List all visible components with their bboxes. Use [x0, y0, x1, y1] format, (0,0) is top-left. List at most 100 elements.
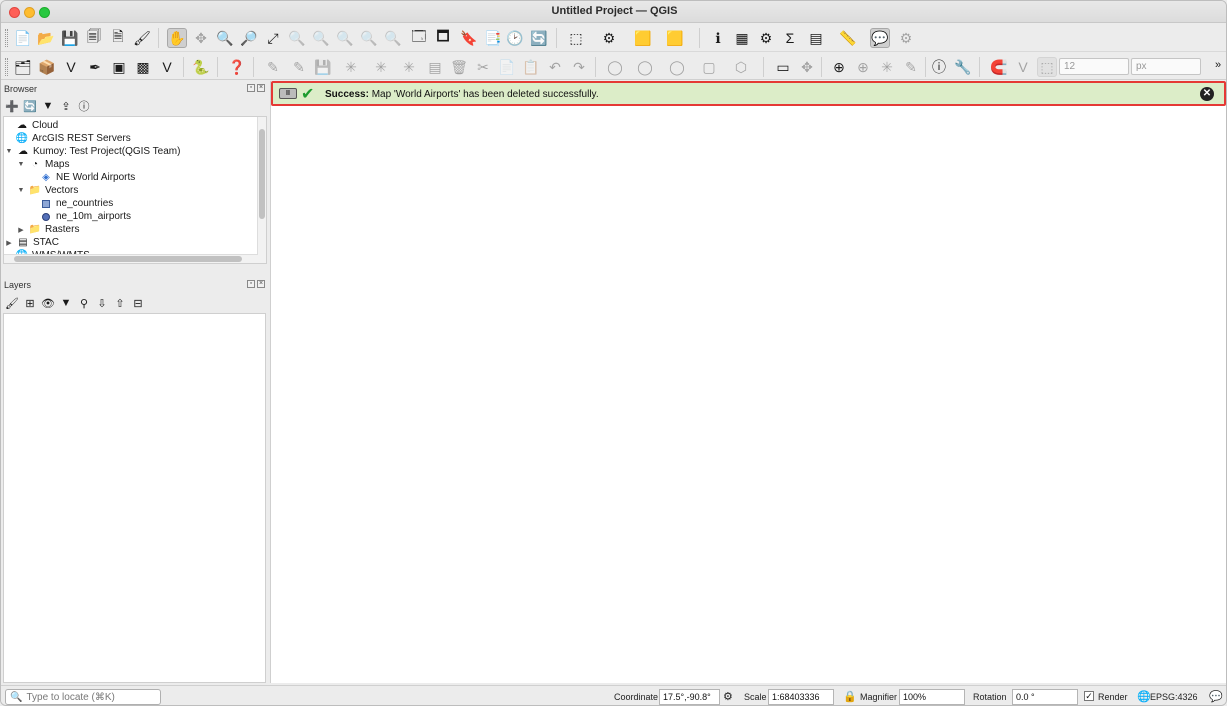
add-group-icon[interactable]: ⊞ [23, 296, 37, 310]
circle-tool-icon[interactable]: ◯ [635, 57, 655, 77]
list-item[interactable]: ▼ ◔ Maps [17, 158, 70, 171]
identify-features-icon[interactable]: ℹ [708, 28, 728, 48]
list-item[interactable]: ne_countries [40, 197, 113, 210]
annotation-icon[interactable]: ⚙ [896, 28, 916, 48]
zoom-last-icon[interactable]: 🔍 [359, 28, 379, 48]
statistical-summary-icon[interactable]: Σ [780, 28, 800, 48]
filter-browser-icon[interactable]: ▼ [41, 99, 55, 113]
filter-by-expression-icon[interactable]: ⚲ [77, 296, 91, 310]
refresh-browser-icon[interactable]: 🔄 [23, 99, 37, 113]
zoom-in-icon[interactable]: 🔍 [215, 28, 235, 48]
crs-globe-icon[interactable]: 🌐 [1137, 690, 1151, 703]
symbology-unit-select[interactable]: px [1131, 58, 1201, 75]
expand-arrow-icon[interactable]: ▼ [5, 148, 13, 155]
horizontal-scrollbar[interactable] [4, 254, 258, 263]
select-features-icon[interactable]: ⬚ [566, 28, 586, 48]
digitize-icon[interactable]: ✎ [289, 57, 309, 77]
digitize-shape-icon[interactable]: ◯ [605, 57, 625, 77]
toggle-extents-icon[interactable]: ⚙ [723, 690, 733, 703]
settings-wrench-icon[interactable]: 🔧 [953, 57, 973, 77]
select-by-value-icon[interactable]: ⚙ [599, 28, 619, 48]
symbology-size-input[interactable]: 12 [1059, 58, 1129, 75]
symbology-icon[interactable]: ⬚ [1037, 57, 1057, 77]
close-message-icon[interactable]: ✕ [1200, 87, 1214, 101]
pause-timer-button[interactable]: II [279, 88, 297, 99]
collapse-arrow-icon[interactable]: ▶ [17, 226, 25, 234]
shape-digitize-icon[interactable]: ✎ [901, 57, 921, 77]
rectangle-tool-icon[interactable]: ▢ [699, 57, 719, 77]
add-vector-layer-icon[interactable]: V [61, 57, 81, 77]
new-map-view-icon[interactable]: 🗔 [409, 28, 429, 48]
zoom-out-icon[interactable]: 🔎 [239, 28, 259, 48]
save-project-icon[interactable]: 💾 [60, 28, 80, 48]
georeferencer-icon[interactable]: ⊕ [829, 57, 849, 77]
pan-to-selection-icon[interactable]: ✥ [191, 28, 211, 48]
messages-icon[interactable]: 💬 [1209, 690, 1223, 703]
snapping-magnet-icon[interactable]: 🧲 [989, 57, 1009, 77]
info-icon[interactable]: ⓘ [929, 57, 949, 77]
lock-scale-icon[interactable]: 🔒 [843, 690, 857, 703]
scrollbar-thumb[interactable] [14, 256, 242, 262]
zoom-to-selection-icon[interactable]: 🔍 [287, 28, 307, 48]
snapping-points-icon[interactable]: ✳ [877, 57, 897, 77]
attribute-table-icon[interactable]: ▤ [806, 28, 826, 48]
float-panel-icon[interactable]: ▫ [247, 280, 255, 288]
add-delimited-text-icon[interactable]: ✒ [85, 57, 105, 77]
add-raster-layer-icon[interactable]: ▩ [133, 57, 153, 77]
deselect-features-icon[interactable]: 🟨 [633, 28, 653, 48]
polygon-tool-icon[interactable]: ⬡ [731, 57, 751, 77]
map-tips-icon[interactable]: 💬 [870, 28, 890, 48]
new-print-layout-icon[interactable]: 🗐 [84, 28, 104, 48]
layers-tree[interactable] [3, 313, 266, 683]
measure-line-icon[interactable]: 📏 [838, 28, 858, 48]
refresh-icon[interactable]: 🔄 [529, 28, 549, 48]
move-feature-icon[interactable]: ✳ [399, 57, 419, 77]
toggle-editing-icon[interactable]: ✎ [263, 57, 283, 77]
collapse-arrow-icon[interactable]: ▶ [5, 239, 13, 247]
toolbar-handle[interactable] [5, 58, 8, 76]
cut-features-icon[interactable]: ✂ [473, 57, 493, 77]
collapse-all-icon[interactable]: ⇪ [59, 99, 73, 113]
delete-selected-icon[interactable]: 🗑 [449, 57, 469, 77]
rotation-spinbox[interactable]: 0.0 ° [1012, 689, 1078, 705]
add-selected-layers-icon[interactable]: ➕ [5, 99, 19, 113]
coordinate-field[interactable]: 17.5°,-90.8° [659, 689, 720, 705]
python-console-icon[interactable]: 🐍 [191, 57, 211, 77]
style-layer-icon[interactable]: 🖌 [5, 296, 19, 310]
list-item[interactable]: 🌐 ArcGIS REST Servers [16, 132, 131, 145]
list-item[interactable]: ▶ ▤ STAC [5, 236, 59, 249]
select-location-icon[interactable]: 🟨 [665, 28, 685, 48]
expand-arrow-icon[interactable]: ▼ [17, 161, 25, 168]
style-manager-icon[interactable]: 🖌 [132, 28, 152, 48]
modify-attributes-icon[interactable]: ▤ [425, 57, 445, 77]
open-project-icon[interactable]: 📂 [36, 28, 56, 48]
list-item[interactable]: ▶ 📁 Rasters [17, 223, 79, 236]
vertical-scrollbar[interactable] [257, 117, 266, 263]
show-bookmarks-icon[interactable]: 📑 [483, 28, 503, 48]
vertex-editor-icon[interactable]: V [1013, 57, 1033, 77]
scale-combobox[interactable]: 1:68403336 [768, 689, 834, 705]
float-panel-icon[interactable]: ▫ [247, 84, 255, 92]
new-3d-map-view-icon[interactable]: 🗖 [433, 28, 453, 48]
map-canvas[interactable] [270, 81, 1226, 683]
zoom-full-icon[interactable]: ⤢ [263, 28, 283, 48]
close-panel-icon[interactable]: × [257, 84, 265, 92]
list-item[interactable]: ☁ Cloud [16, 119, 58, 132]
scrollbar-thumb[interactable] [259, 129, 265, 219]
crs-label[interactable]: EPSG:4326 [1150, 692, 1198, 702]
add-wms-layer-icon[interactable]: V [157, 57, 177, 77]
open-attribute-table-icon[interactable]: ▦ [732, 28, 752, 48]
manage-visibility-icon[interactable]: 👁 [41, 296, 55, 310]
data-source-manager-icon[interactable]: 🗂 [13, 57, 33, 77]
magnifier-spinbox[interactable]: 100% [899, 689, 965, 705]
gps-tool-icon[interactable]: ⊕ [853, 57, 873, 77]
help-icon[interactable]: ❓ [227, 57, 247, 77]
browser-tree[interactable]: ☁ Cloud 🌐 ArcGIS REST Servers ▼ ☁ Kumoy:… [3, 116, 267, 264]
expand-all-icon[interactable]: ⇩ [95, 296, 109, 310]
add-feature-icon[interactable]: ✳ [341, 57, 361, 77]
temporal-controller-icon[interactable]: 🕑 [505, 28, 525, 48]
label-tool-icon[interactable]: ▭ [773, 57, 793, 77]
locator-search-input[interactable]: 🔍 Type to locate (⌘K) [5, 689, 161, 705]
add-virtual-layer-icon[interactable]: ▣ [109, 57, 129, 77]
remove-layer-icon[interactable]: ⊟ [131, 296, 145, 310]
